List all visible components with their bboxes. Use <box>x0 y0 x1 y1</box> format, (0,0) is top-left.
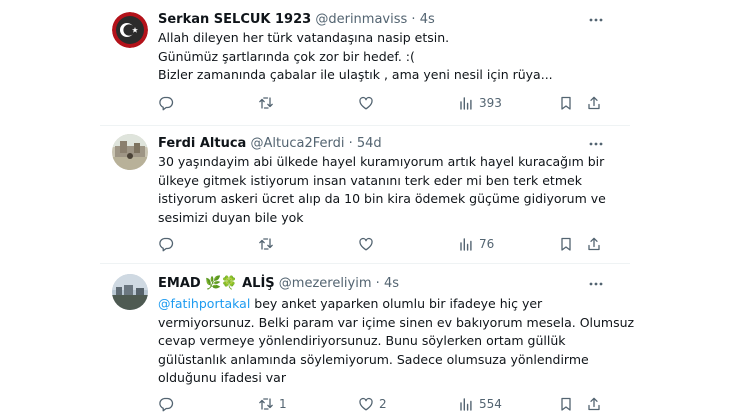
views-icon <box>460 97 472 110</box>
share-icon <box>588 96 600 110</box>
avatar-flag-image <box>112 12 148 48</box>
reply-icon <box>159 397 174 412</box>
timestamp[interactable]: 4s <box>384 276 399 291</box>
tweet-actions: 393 <box>158 94 608 112</box>
display-name[interactable]: EMAD 🌿🍀 ALİŞ <box>158 276 275 291</box>
reply-button[interactable] <box>158 395 179 413</box>
more-options-button[interactable] <box>588 12 604 28</box>
like-button[interactable]: 2 <box>358 395 387 413</box>
tweet-text-line: sesimizi duyan bile yok <box>158 209 304 225</box>
share-button[interactable] <box>586 235 602 253</box>
view-count: 554 <box>479 397 502 411</box>
tweet-feed: Serkan SELCUK 1923 @derinmaviss · 4s All… <box>0 0 730 420</box>
tweet-actions: 1 2 554 <box>158 395 608 413</box>
retweet-count: 1 <box>279 397 287 411</box>
tweet-text-line: ülkeye gitmek istiyorum insan vatanını t… <box>158 172 582 188</box>
display-name[interactable]: Ferdi Altuca <box>158 136 246 151</box>
tweet-header: Ferdi Altuca @Altuca2Ferdi · 54d <box>158 136 382 152</box>
tweet-header: Serkan SELCUK 1923 @derinmaviss · 4s <box>158 12 435 28</box>
views-icon <box>460 398 472 411</box>
more-options-button[interactable] <box>588 276 604 292</box>
bookmark-button[interactable] <box>558 235 574 253</box>
tweet-text-line: vermiyorsunuz. Belki param var içime sin… <box>158 314 635 330</box>
retweet-button[interactable] <box>258 94 279 112</box>
user-handle[interactable]: @mezereliyim <box>279 276 372 291</box>
timestamp[interactable]: 54d <box>357 136 382 151</box>
share-icon <box>588 397 600 411</box>
bookmark-button[interactable] <box>558 395 574 413</box>
views-button[interactable]: 76 <box>458 235 494 253</box>
display-name[interactable]: Serkan SELCUK 1923 <box>158 12 311 27</box>
tweet-text-line: Allah dileyen her türk vatandaşına nasip… <box>158 30 450 45</box>
tweet-text-line: Günümüz şartlarında çok zor bir hedef. :… <box>158 48 415 64</box>
tweet-text-line: @fatihportakal bey anket yaparken olumlu… <box>158 295 608 314</box>
tweet-text-line: Bizler zamanında çabalar ile ulaştık , a… <box>158 67 553 82</box>
tweet[interactable]: EMAD 🌿🍀 ALİŞ @mezereliyim · 4s @fatihpor… <box>0 264 730 420</box>
tweet-text: 30 yaşındayim abi ülkede hayel kuramıyor… <box>158 153 608 227</box>
bookmark-button[interactable] <box>558 94 574 112</box>
more-options-button[interactable] <box>588 136 604 152</box>
user-handle[interactable]: @derinmaviss <box>315 12 407 27</box>
bookmark-icon <box>561 237 571 251</box>
separator: · <box>411 12 416 27</box>
reply-button[interactable] <box>158 94 179 112</box>
share-icon <box>588 237 600 251</box>
reply-icon <box>159 96 174 111</box>
retweet-button[interactable]: 1 <box>258 395 287 413</box>
view-count: 76 <box>479 237 495 251</box>
tweet-header: EMAD 🌿🍀 ALİŞ @mezereliyim · 4s <box>158 276 399 292</box>
tweet-text-line: cevap vermeye yönlendiriyorsunuz. Bunu s… <box>158 333 566 348</box>
like-icon <box>359 237 373 251</box>
like-icon <box>359 96 373 110</box>
tweet-text-segment: bey anket yaparken olumlu bir ifadeye hi… <box>250 296 543 311</box>
share-button[interactable] <box>586 395 602 413</box>
avatar[interactable] <box>112 274 148 310</box>
user-handle[interactable]: @Altuca2Ferdi <box>250 136 344 151</box>
tweet[interactable]: Serkan SELCUK 1923 @derinmaviss · 4s All… <box>0 0 730 125</box>
share-button[interactable] <box>586 94 602 112</box>
tweet[interactable]: Ferdi Altuca @Altuca2Ferdi · 54d 30 yaşı… <box>0 126 730 263</box>
like-button[interactable] <box>358 235 379 253</box>
retweet-button[interactable] <box>258 235 279 253</box>
avatar-landscape-image <box>112 274 148 310</box>
tweet-text: @fatihportakal bey anket yaparken olumlu… <box>158 295 635 388</box>
mention-link[interactable]: @fatihportakal <box>158 296 250 311</box>
retweet-icon <box>259 238 273 250</box>
retweet-icon <box>259 398 273 410</box>
bookmark-icon <box>561 96 571 110</box>
tweet-text-line: olduğunu ifadesi var <box>158 370 286 385</box>
like-icon <box>359 397 373 411</box>
avatar[interactable] <box>112 134 148 170</box>
views-icon <box>460 238 472 251</box>
more-icon <box>589 18 603 22</box>
views-button[interactable]: 393 <box>458 94 502 112</box>
more-icon <box>589 282 603 286</box>
separator: · <box>375 276 380 291</box>
avatar[interactable] <box>112 12 148 48</box>
separator: · <box>348 136 353 151</box>
tweet-text-line: gülüstanlık anlamında söylemiyorum. Sade… <box>158 351 589 367</box>
reply-icon <box>159 237 174 252</box>
timestamp[interactable]: 4s <box>420 12 435 27</box>
reply-button[interactable] <box>158 235 179 253</box>
more-icon <box>589 142 603 146</box>
avatar-photo-image <box>112 134 148 170</box>
tweet-text: Allah dileyen her türk vatandaşına nasip… <box>158 29 608 85</box>
retweet-icon <box>259 97 273 109</box>
view-count: 393 <box>479 96 502 110</box>
views-button[interactable]: 554 <box>458 395 502 413</box>
tweet-actions: 76 <box>158 235 608 253</box>
bookmark-icon <box>561 397 571 411</box>
tweet-text-line: 30 yaşındayim abi ülkede hayel kuramıyor… <box>158 154 605 169</box>
like-button[interactable] <box>358 94 379 112</box>
tweet-text-line: istiyorum askeri ücret alıp da 10 bin ki… <box>158 191 606 206</box>
like-count: 2 <box>379 397 387 411</box>
